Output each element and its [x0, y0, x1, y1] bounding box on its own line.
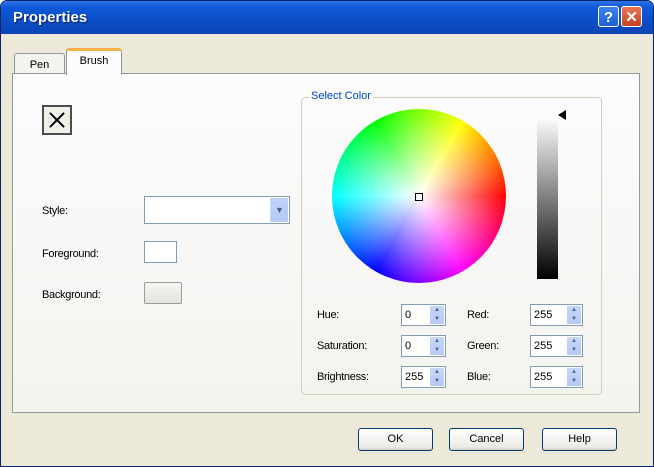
help-button[interactable]: Help: [542, 428, 617, 451]
spin-arrows-icon[interactable]: ▲ ▼: [430, 337, 444, 355]
saturation-label: Saturation:: [317, 340, 367, 352]
brightness-value: 255: [405, 371, 424, 383]
green-spinner[interactable]: 255 ▲ ▼: [530, 335, 583, 357]
chevron-down-icon[interactable]: ▼: [270, 198, 288, 222]
saturation-spinner[interactable]: 0 ▲ ▼: [401, 335, 446, 357]
tab-pen[interactable]: Pen: [14, 53, 65, 75]
spin-arrows-icon[interactable]: ▲ ▼: [567, 337, 581, 355]
close-button[interactable]: ✕: [621, 6, 642, 27]
help-title-button[interactable]: ?: [598, 6, 619, 27]
hue-label: Hue:: [317, 309, 340, 321]
select-color-title: Select Color: [309, 90, 373, 102]
green-value: 255: [534, 340, 553, 352]
blue-spinner[interactable]: 255 ▲ ▼: [530, 366, 583, 388]
hue-spinner[interactable]: 0 ▲ ▼: [401, 304, 446, 326]
background-label: Background:: [42, 289, 101, 301]
style-label: Style:: [42, 205, 68, 217]
blue-label: Blue:: [467, 371, 491, 383]
green-label: Green:: [467, 340, 499, 352]
tab-brush[interactable]: Brush: [66, 48, 122, 75]
window-title: Properties: [13, 9, 88, 26]
ok-button[interactable]: OK: [358, 428, 433, 451]
cancel-button[interactable]: Cancel: [449, 428, 524, 451]
brightness-slider[interactable]: [537, 116, 558, 279]
blue-value: 255: [534, 371, 553, 383]
red-label: Red:: [467, 309, 490, 321]
brightness-spinner[interactable]: 255 ▲ ▼: [401, 366, 446, 388]
color-wheel-marker[interactable]: [415, 193, 423, 201]
x-box-icon[interactable]: [42, 105, 72, 135]
red-spinner[interactable]: 255 ▲ ▼: [530, 304, 583, 326]
brightness-pointer-icon[interactable]: [558, 110, 566, 120]
spin-arrows-icon[interactable]: ▲ ▼: [430, 368, 444, 386]
spin-arrows-icon[interactable]: ▲ ▼: [567, 306, 581, 324]
foreground-label: Foreground:: [42, 248, 99, 260]
spin-arrows-icon[interactable]: ▲ ▼: [567, 368, 581, 386]
spin-arrows-icon[interactable]: ▲ ▼: [430, 306, 444, 324]
red-value: 255: [534, 309, 553, 321]
brightness-label: Brightness:: [317, 371, 369, 383]
style-dropdown[interactable]: ▼: [144, 196, 290, 224]
foreground-color-box[interactable]: [144, 241, 177, 263]
hue-value: 0: [405, 309, 412, 321]
title-bar[interactable]: Properties ? ✕: [1, 1, 653, 34]
saturation-value: 0: [405, 340, 412, 352]
background-color-button[interactable]: [144, 282, 182, 304]
